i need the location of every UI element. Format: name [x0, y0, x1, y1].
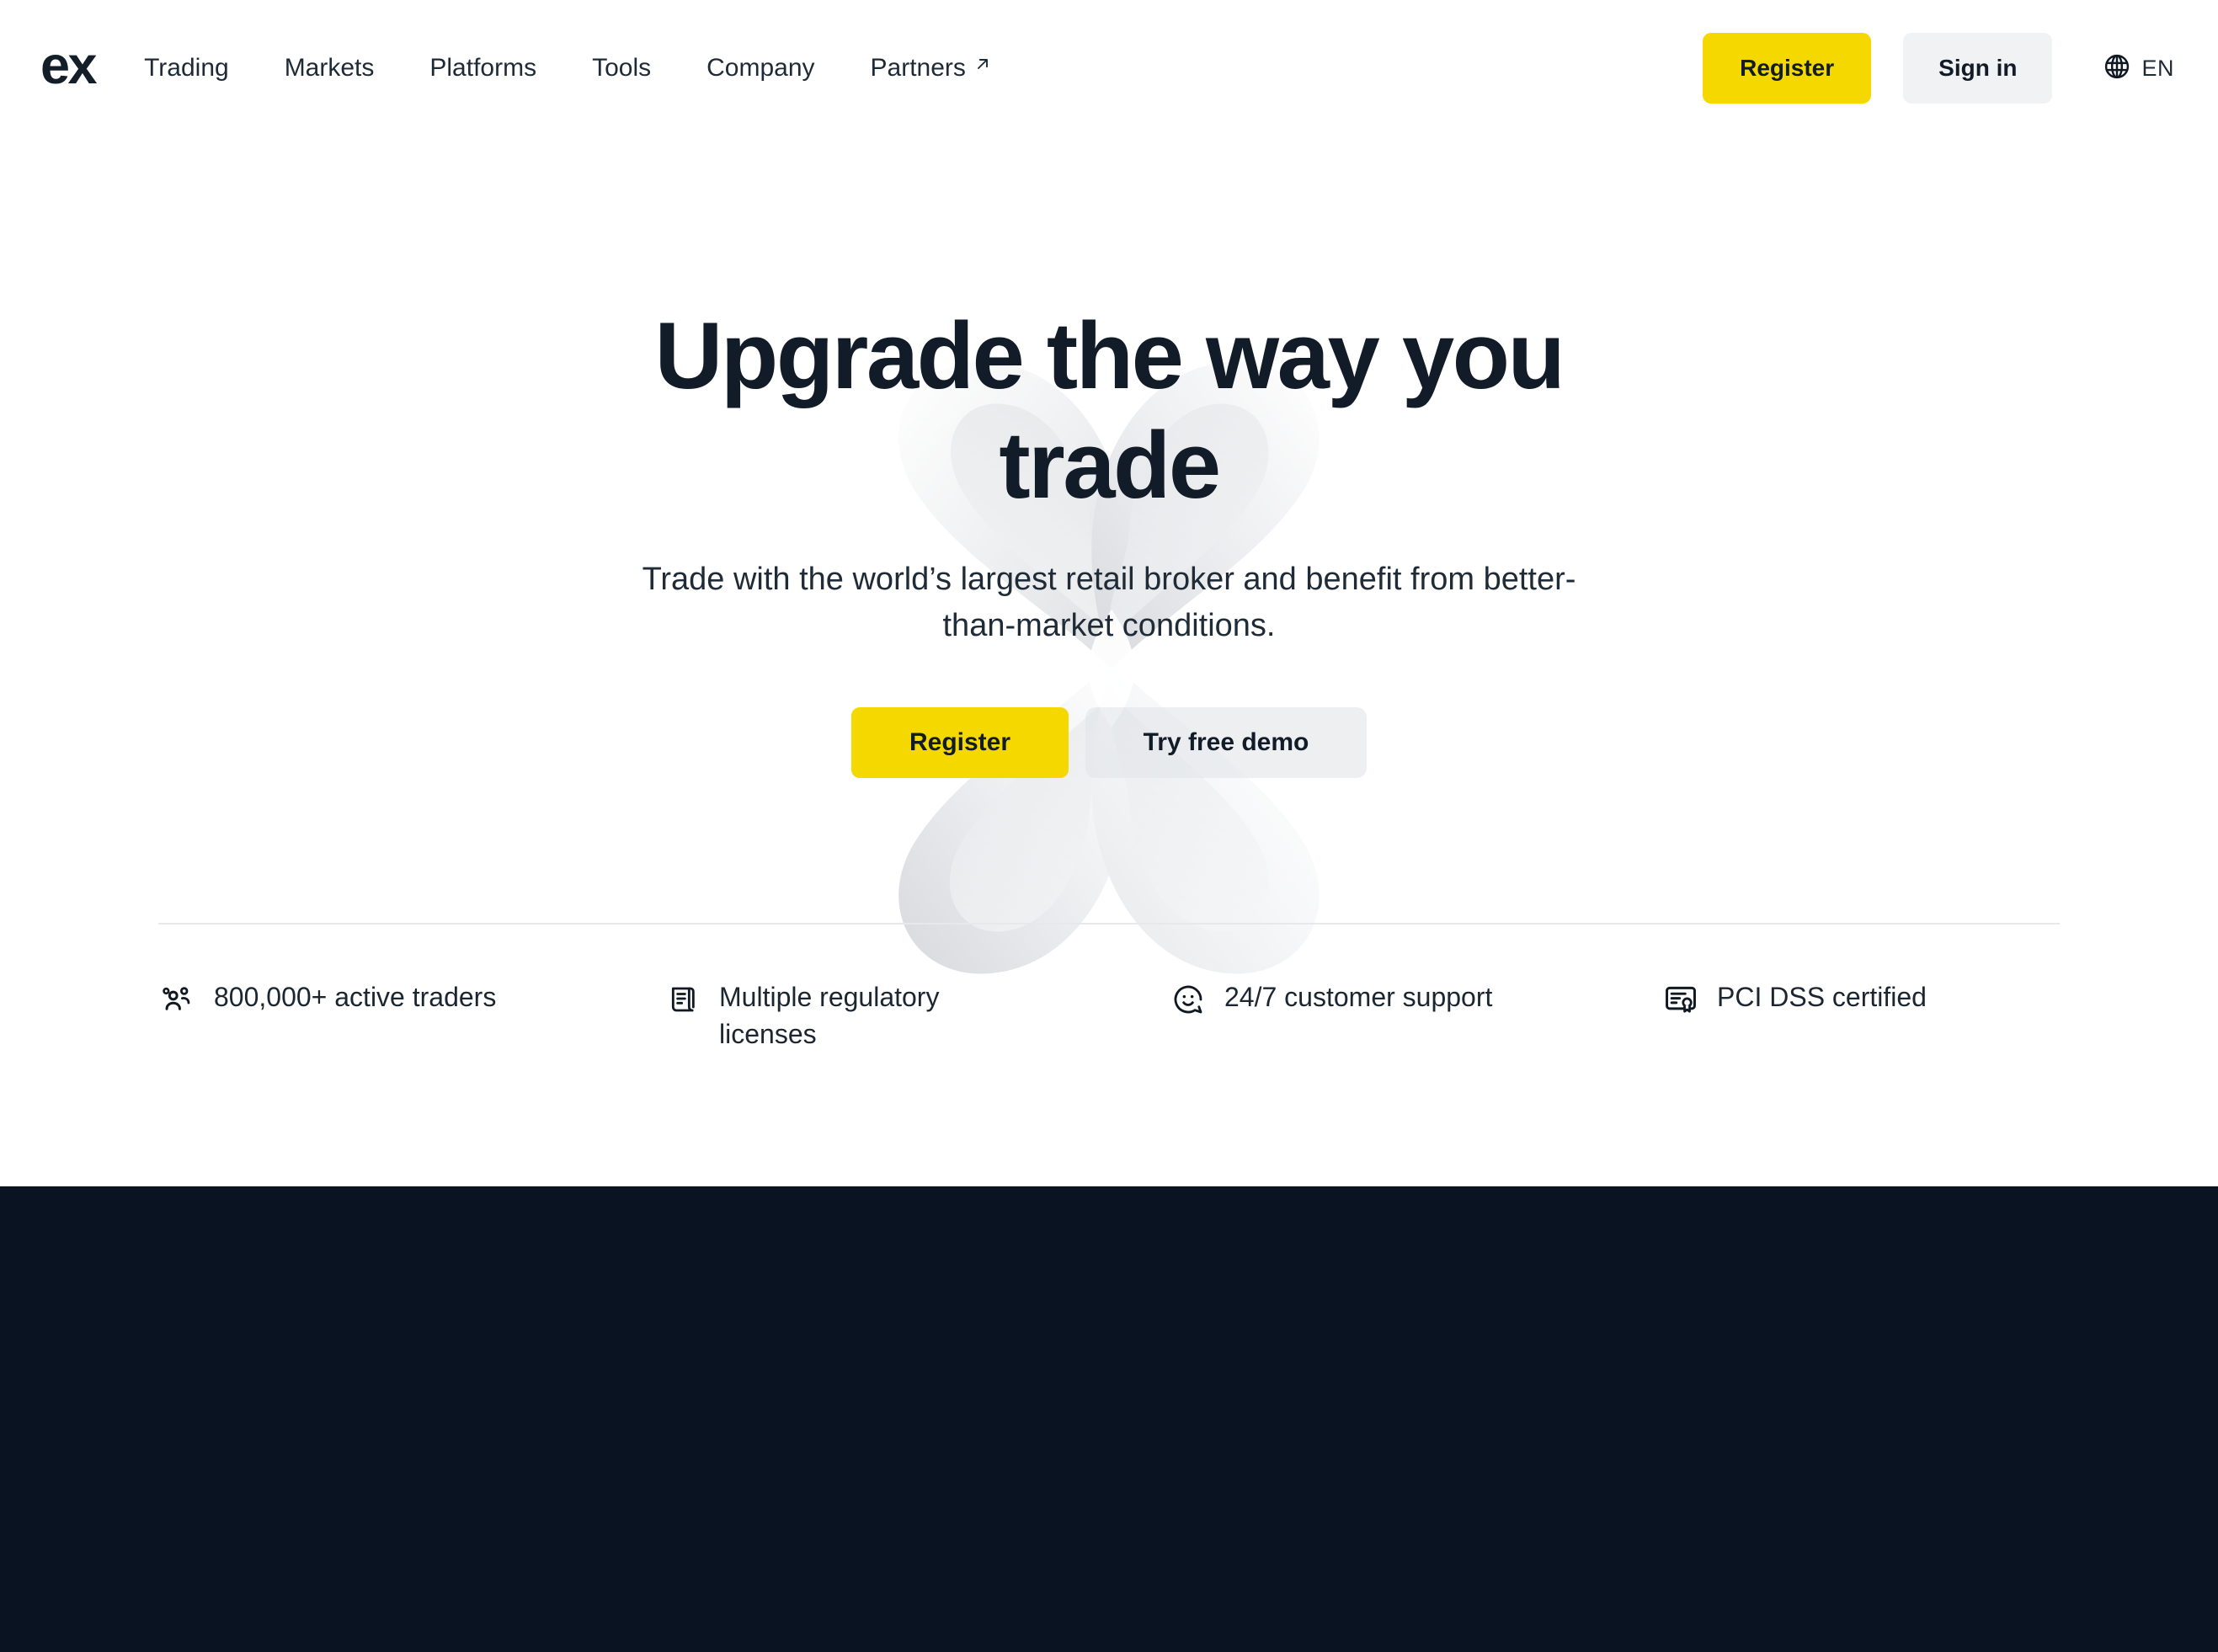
globe-icon: [2103, 52, 2131, 85]
signin-button-header[interactable]: Sign in: [1903, 33, 2053, 104]
nav-item-platforms[interactable]: Platforms: [402, 45, 564, 92]
hero-section: Upgrade the way you trade Trade with the…: [0, 136, 2218, 1186]
feature-label: PCI DSS certified: [1717, 981, 1927, 1012]
language-selector[interactable]: EN: [2103, 52, 2181, 85]
language-code: EN: [2141, 55, 2174, 81]
try-free-demo-button[interactable]: Try free demo: [1085, 706, 1367, 778]
feature-regulatory-licenses: Multiple regulatory licenses: [664, 978, 1169, 1052]
trust-features: 800,000+ active traders Multiple regulat…: [158, 922, 2060, 1052]
primary-navigation: Trading Markets Platforms Tools Company …: [144, 45, 1019, 92]
register-button-header[interactable]: Register: [1703, 33, 1872, 104]
feature-pci-dss: PCI DSS certified: [1661, 978, 2057, 1019]
nav-label: Tools: [592, 54, 652, 82]
hero-content: Upgrade the way you trade Trade with the…: [158, 136, 2060, 778]
nav-item-tools[interactable]: Tools: [564, 45, 679, 92]
site-header: ex Trading Markets Platforms Tools Compa…: [0, 0, 2218, 136]
nav-label: Trading: [144, 54, 229, 82]
certificate-seal-icon: [1661, 980, 1700, 1019]
hero-headline: Upgrade the way you trade: [654, 303, 1565, 518]
hero-subheadline: Trade with the world’s largest retail br…: [642, 561, 1576, 644]
arrow-up-right-icon: [974, 56, 991, 72]
nav-label: Partners: [870, 54, 966, 82]
nav-item-trading[interactable]: Trading: [144, 45, 257, 92]
dark-section-below-fold: [0, 1186, 2218, 1652]
feature-label: 24/7 customer support: [1224, 981, 1493, 1012]
nav-item-company[interactable]: Company: [679, 45, 842, 92]
scroll-document-icon: [664, 980, 702, 1019]
nav-label: Markets: [284, 54, 375, 82]
users-group-icon: [158, 980, 197, 1019]
nav-item-partners[interactable]: Partners: [843, 45, 1019, 92]
features-row: 800,000+ active traders Multiple regulat…: [158, 925, 2060, 1052]
brand-logo[interactable]: ex: [40, 39, 98, 98]
nav-label: Platforms: [429, 54, 537, 82]
feature-label: 800,000+ active traders: [214, 981, 497, 1012]
feature-customer-support: 24/7 customer support: [1169, 978, 1661, 1019]
header-actions: Register Sign in EN: [1703, 33, 2181, 104]
nav-item-markets[interactable]: Markets: [257, 45, 403, 92]
feature-active-traders: 800,000+ active traders: [158, 978, 664, 1019]
hero-cta-group: Register Try free demo: [158, 706, 2060, 778]
nav-label: Company: [706, 54, 815, 82]
smiley-face-icon: [1169, 980, 1208, 1019]
feature-label: Multiple regulatory licenses: [719, 981, 940, 1049]
register-button-hero[interactable]: Register: [851, 706, 1069, 778]
